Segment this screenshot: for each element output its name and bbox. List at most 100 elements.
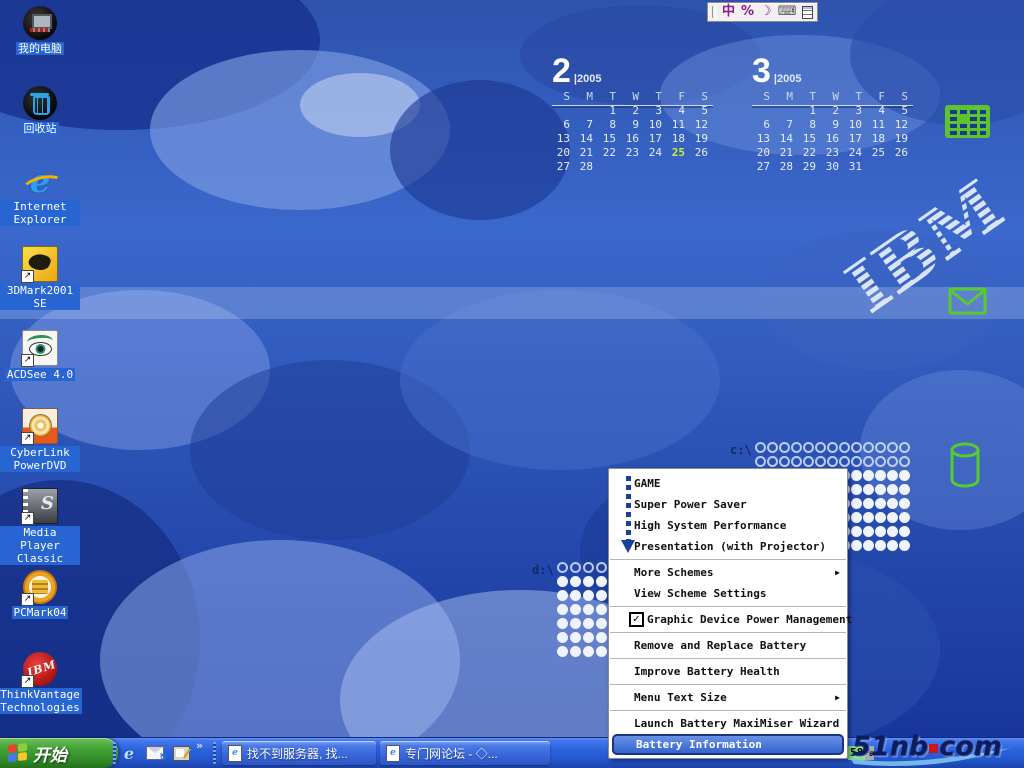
toolbar-drag-handle[interactable] <box>113 742 116 764</box>
calendar-day: 25 <box>867 146 890 160</box>
start-button[interactable]: 开始 <box>0 738 118 768</box>
quicklaunch-internet-explorer-icon[interactable]: e <box>118 741 140 765</box>
calendar-month-number: 2 <box>552 54 571 88</box>
quicklaunch-outlook-express-icon[interactable] <box>144 741 166 765</box>
media-player-classic-icon: ↗ <box>22 488 58 524</box>
disk-dot-filled <box>899 470 910 481</box>
menu-item-label: More Schemes <box>634 562 713 583</box>
calendar-day: 6 <box>752 118 775 132</box>
calendar-day: 22 <box>598 146 621 160</box>
disk-dot-filled <box>875 512 886 523</box>
desktop-icon-label: ThinkVantage Technologies <box>0 688 82 714</box>
disk-dot-filled <box>875 526 886 537</box>
calendar-day: 8 <box>598 118 621 132</box>
menu-item-label: Remove and Replace Battery <box>634 635 806 656</box>
thinkvantage-icon: ↗ <box>23 652 57 686</box>
disk-dot-filled <box>851 526 862 537</box>
disk-dot-filled <box>875 470 886 481</box>
menu-item-game[interactable]: GAME <box>609 473 847 494</box>
menu-item-super-power-saver[interactable]: Super Power Saver <box>609 494 847 515</box>
desktop-icon-thinkvantage[interactable]: ↗ ThinkVantage Technologies <box>0 652 80 714</box>
desktop-icon-recycle-bin[interactable]: 回收站 <box>0 86 80 135</box>
calendar-day: 30 <box>821 160 844 174</box>
disk-dot-open <box>851 456 862 467</box>
disk-dot-filled <box>596 576 607 587</box>
soft-keyboard-icon[interactable]: ⌨ <box>778 4 797 20</box>
disk-dot-open <box>875 442 886 453</box>
disk-dot-filled <box>899 484 910 495</box>
menu-separator <box>610 710 846 711</box>
menu-item-graphic-device-power-management[interactable]: ✓Graphic Device Power Management <box>609 609 847 630</box>
menu-item-menu-text-size[interactable]: Menu Text Size▶ <box>609 687 847 708</box>
calendar-day: 13 <box>552 132 575 146</box>
drive-d-label: d:\ <box>532 563 554 577</box>
menu-item-label: High System Performance <box>634 515 786 536</box>
desktop-icon-internet-explorer[interactable]: e Internet Explorer <box>0 164 80 226</box>
calendar-february: 2 |2005 SMTWTFS1234567891011121314151617… <box>552 54 713 174</box>
calendar-day: 19 <box>890 132 913 146</box>
51nb-watermark: 51nbcom <box>846 728 1022 768</box>
menu-item-presentation-with-projector[interactable]: Presentation (with Projector) <box>609 536 847 557</box>
3dmark2001-icon: ↗ <box>22 246 58 282</box>
disk-dot-open <box>767 456 778 467</box>
disk-dot-open <box>557 562 568 573</box>
disk-dot-filled <box>863 512 874 523</box>
menu-separator <box>610 606 846 607</box>
disk-dot-open <box>767 442 778 453</box>
menu-item-label: GAME <box>634 473 661 494</box>
calendar-day <box>775 104 798 118</box>
taskbar-button-forum[interactable]: e 专门网论坛 - ◇... <box>380 741 550 765</box>
disk-dot-filled <box>851 498 862 509</box>
disk-dot-filled <box>596 646 607 657</box>
menu-item-launch-battery-maximiser-wizard[interactable]: Launch Battery MaxiMiser Wizard <box>609 713 847 734</box>
toolbar-drag-handle[interactable] <box>213 742 216 764</box>
taskbar-button-server-not-found[interactable]: e 找不到服务器, 找... <box>222 741 376 765</box>
desktop-icon-powerdvd[interactable]: ↗ CyberLink PowerDVD <box>0 408 80 472</box>
calendar-day <box>867 160 890 174</box>
menu-item-improve-battery-health[interactable]: Improve Battery Health <box>609 661 847 682</box>
drag-handle-icon[interactable] <box>712 6 716 18</box>
recycle-bin-icon <box>23 86 57 120</box>
quicklaunch-show-desktop-icon[interactable] <box>170 741 192 765</box>
menu-item-high-system-performance[interactable]: High System Performance <box>609 515 847 536</box>
disk-dot-open <box>875 456 886 467</box>
desktop-icon-label: 回收站 <box>22 122 59 135</box>
disk-dot-open <box>755 442 766 453</box>
disk-dot-filled <box>851 470 862 481</box>
quicklaunch-overflow-chevron[interactable]: » <box>196 739 203 752</box>
taskbar-button-label: 找不到服务器, 找... <box>247 745 348 762</box>
calendar-day: 1 <box>598 104 621 118</box>
desktop-icon-acdsee[interactable]: ↗ ACDSee 4.0 <box>0 330 80 381</box>
disk-dot-filled <box>570 604 581 615</box>
menu-separator <box>610 559 846 560</box>
fullwidth-moon-icon[interactable]: ☽ <box>760 4 772 20</box>
chinese-ime-icon[interactable]: 中 <box>722 4 735 20</box>
desktop-icon-my-computer[interactable]: 我的电脑 <box>0 6 80 55</box>
calendar-day: 14 <box>575 132 598 146</box>
disk-dot-filled <box>851 484 862 495</box>
shortcut-arrow-icon: ↗ <box>21 270 34 283</box>
calendar-year: |2005 <box>774 73 802 85</box>
desktop-icon-pcmark04[interactable]: ↗ PCMark04 <box>0 570 80 619</box>
disk-dot-open <box>887 456 898 467</box>
language-bar[interactable]: 中 % ☽ ⌨ <box>707 2 818 22</box>
menu-item-view-scheme-settings[interactable]: View Scheme Settings <box>609 583 847 604</box>
ime-menu-icon[interactable] <box>802 6 813 19</box>
menu-item-more-schemes[interactable]: More Schemes▶ <box>609 562 847 583</box>
disk-dot-open <box>791 442 802 453</box>
calendar-day <box>690 160 713 174</box>
menu-item-battery-information[interactable]: Battery Information <box>612 734 844 755</box>
disk-dot-filled <box>863 498 874 509</box>
calendar-day: 11 <box>867 118 890 132</box>
desktop-icon-label: 我的电脑 <box>16 42 64 55</box>
menu-item-remove-and-replace-battery[interactable]: Remove and Replace Battery <box>609 635 847 656</box>
calendar-day: 29 <box>798 160 821 174</box>
ime-mode-icon[interactable]: % <box>741 4 754 20</box>
calendar-day: 2 <box>621 104 644 118</box>
disk-dot-filled <box>557 632 568 643</box>
desktop-icon-3dmark2001[interactable]: ↗ 3DMark2001 SE <box>0 246 80 310</box>
calendar-day: 24 <box>844 146 867 160</box>
disk-dot-filled <box>887 498 898 509</box>
pcmark04-icon: ↗ <box>23 570 57 604</box>
desktop-icon-media-player-classic[interactable]: ↗ Media Player Classic <box>0 488 80 565</box>
